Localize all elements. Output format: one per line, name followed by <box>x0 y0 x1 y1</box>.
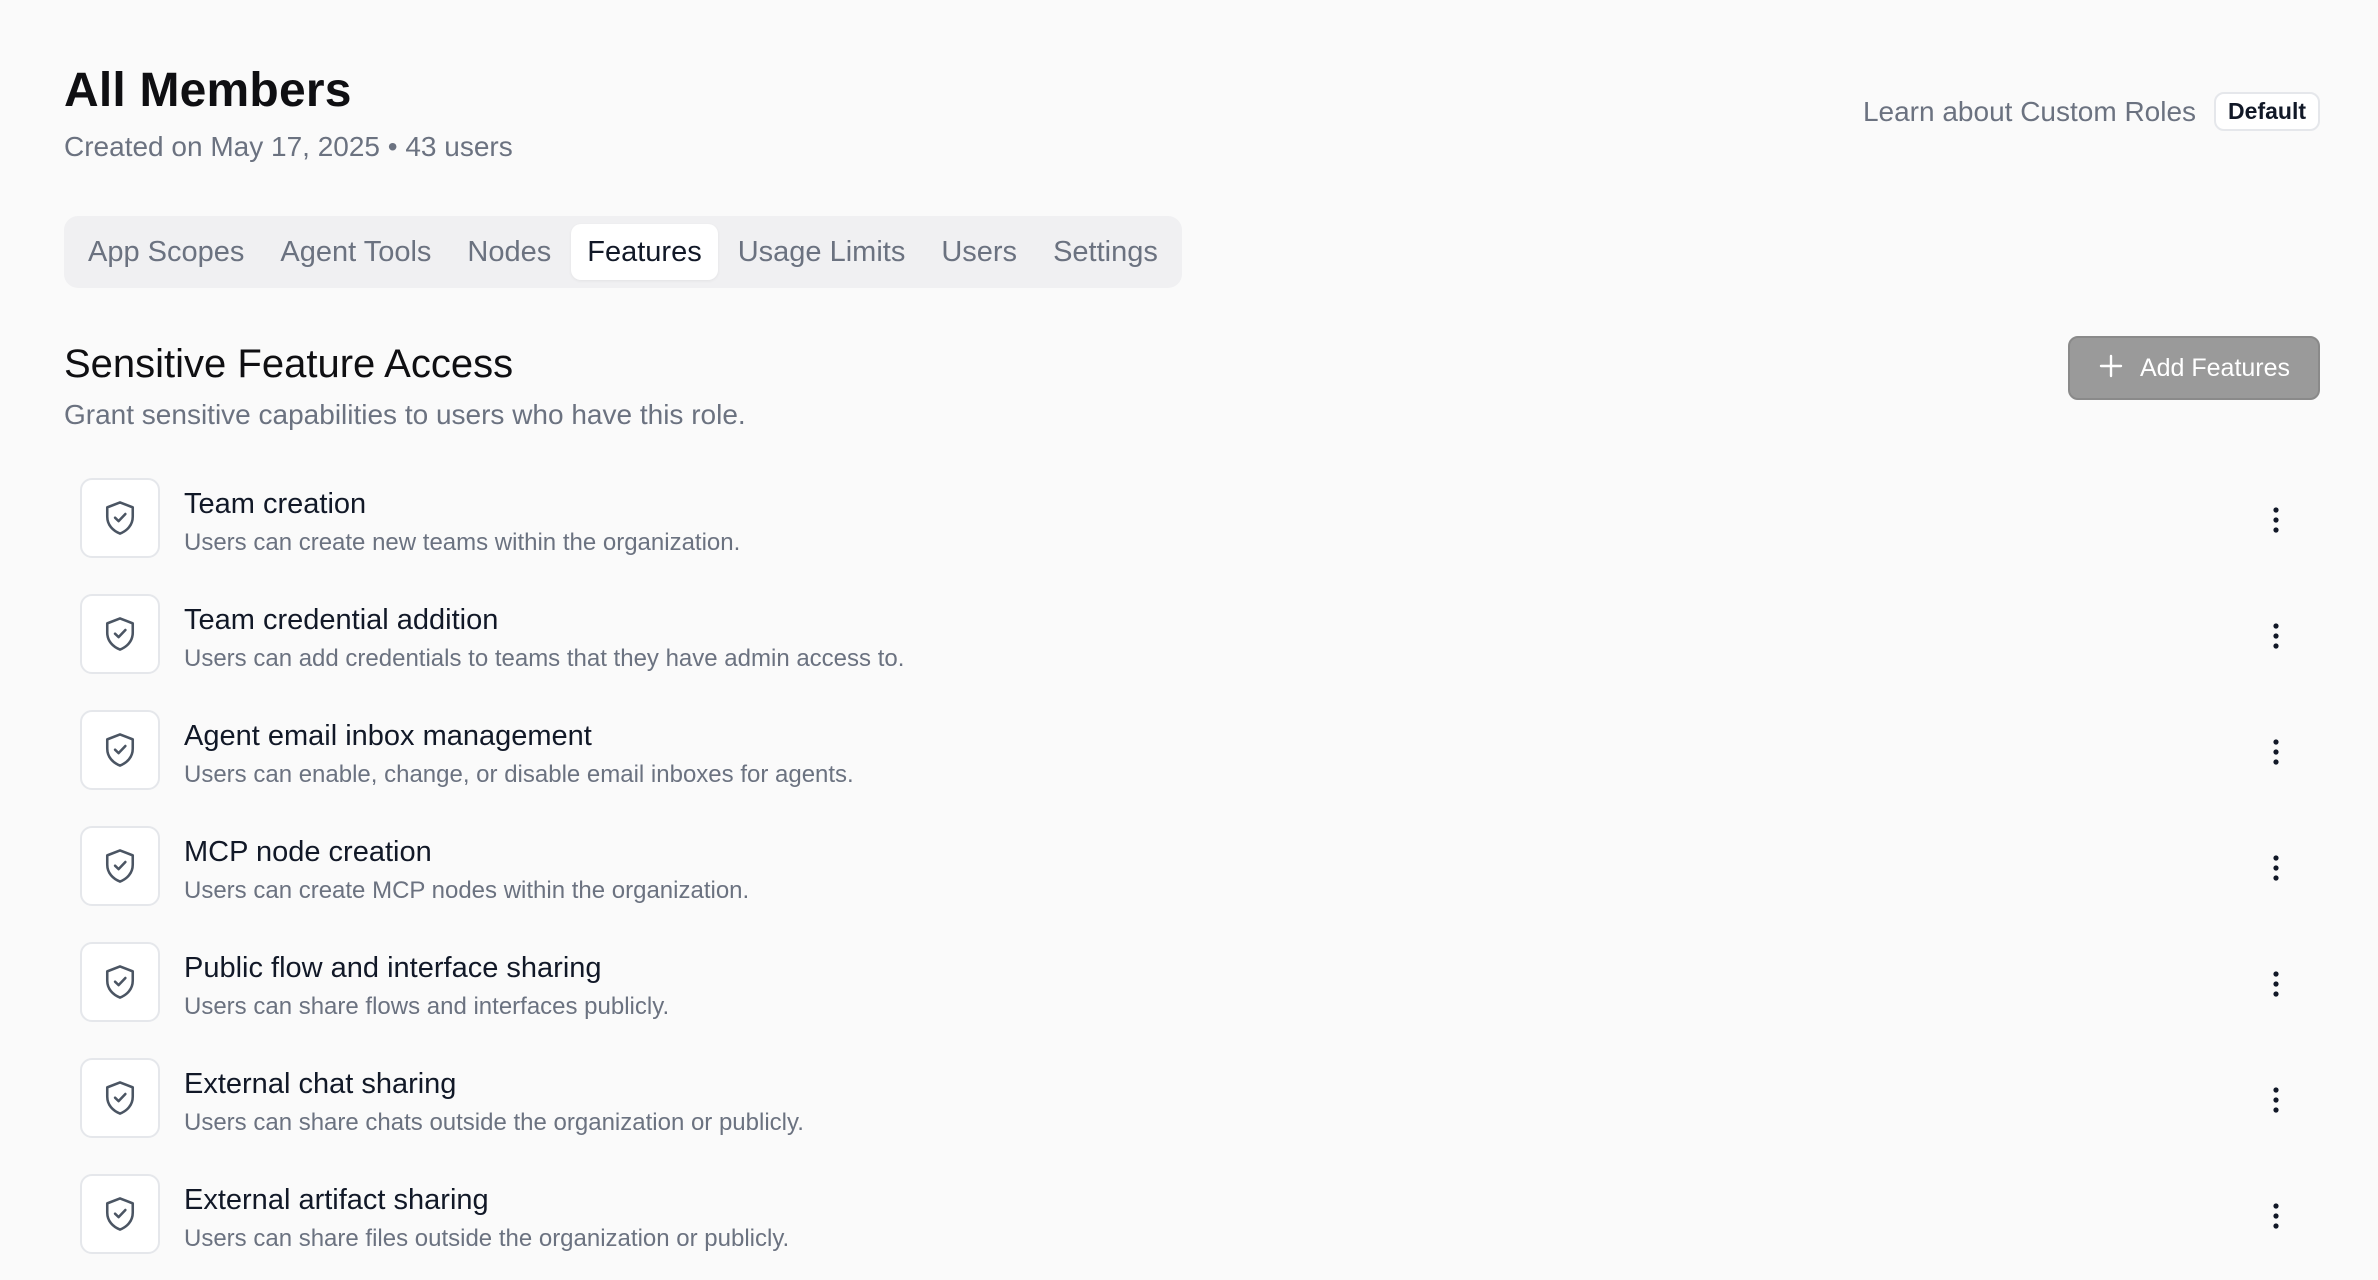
feature-item: External artifact sharing Users can shar… <box>80 1174 2320 1280</box>
tab-settings[interactable]: Settings <box>1037 224 1174 280</box>
feature-title: Team creation <box>184 488 367 520</box>
feature-description: Users can enable, change, or disable ema… <box>184 761 854 788</box>
feature-title: External chat sharing <box>184 1068 457 1100</box>
shield-check-icon <box>80 1058 160 1138</box>
feature-text: Team creation Users can create new teams… <box>184 478 740 558</box>
tab-app-scopes[interactable]: App Scopes <box>72 224 260 280</box>
tab-nodes[interactable]: Nodes <box>451 224 567 280</box>
feature-title: Team credential addition <box>184 604 499 636</box>
shield-check-icon <box>80 478 160 558</box>
shield-check-icon <box>80 1174 160 1254</box>
feature-title: Agent email inbox management <box>184 720 592 752</box>
shield-check-icon <box>80 710 160 790</box>
shield-check-icon <box>80 826 160 906</box>
shield-check-icon <box>80 942 160 1022</box>
feature-title: Public flow and interface sharing <box>184 952 602 984</box>
more-options-icon[interactable] <box>2258 850 2294 886</box>
feature-item: Team creation Users can create new teams… <box>80 478 2320 594</box>
feature-list: Team creation Users can create new teams… <box>80 478 2320 1280</box>
feature-item: External chat sharing Users can share ch… <box>80 1058 2320 1174</box>
section-header: Sensitive Feature Access Grant sensitive… <box>64 338 746 432</box>
header-actions: Learn about Custom Roles Default <box>1863 92 2320 131</box>
feature-text: External artifact sharing Users can shar… <box>184 1174 789 1254</box>
more-options-icon[interactable] <box>2258 966 2294 1002</box>
feature-text: Team credential addition Users can add c… <box>184 594 904 674</box>
feature-description: Users can create new teams within the or… <box>184 529 741 556</box>
feature-item: Agent email inbox management Users can e… <box>80 710 2320 826</box>
feature-item: MCP node creation Users can create MCP n… <box>80 826 2320 942</box>
more-options-icon[interactable] <box>2258 1082 2294 1118</box>
plus-icon <box>2098 352 2124 384</box>
more-options-icon[interactable] <box>2258 734 2294 770</box>
feature-text: External chat sharing Users can share ch… <box>184 1058 804 1138</box>
section-title: Sensitive Feature Access <box>64 342 514 386</box>
feature-description: Users can share files outside the organi… <box>184 1225 790 1252</box>
feature-title: External artifact sharing <box>184 1184 489 1216</box>
feature-item: Public flow and interface sharing Users … <box>80 942 2320 1058</box>
feature-text: Public flow and interface sharing Users … <box>184 942 669 1022</box>
more-options-icon[interactable] <box>2258 618 2294 654</box>
shield-check-icon <box>80 594 160 674</box>
add-features-button[interactable]: Add Features <box>2068 336 2320 400</box>
feature-description: Users can share flows and interfaces pub… <box>184 993 670 1020</box>
tab-usage-limits[interactable]: Usage Limits <box>722 224 922 280</box>
more-options-icon[interactable] <box>2258 502 2294 538</box>
page-title: All Members <box>64 64 352 117</box>
page-subtitle: Created on May 17, 2025 • 43 users <box>64 131 513 162</box>
default-badge: Default <box>2214 92 2320 131</box>
feature-text: MCP node creation Users can create MCP n… <box>184 826 749 906</box>
tab-features[interactable]: Features <box>571 224 718 280</box>
section-description: Grant sensitive capabilities to users wh… <box>64 399 746 430</box>
feature-description: Users can create MCP nodes within the or… <box>184 877 750 904</box>
page-header: All Members Created on May 17, 2025 • 43… <box>64 62 513 164</box>
feature-item: Team credential addition Users can add c… <box>80 594 2320 710</box>
tab-agent-tools[interactable]: Agent Tools <box>264 224 447 280</box>
learn-custom-roles-link[interactable]: Learn about Custom Roles <box>1863 94 2196 130</box>
feature-description: Users can share chats outside the organi… <box>184 1109 804 1136</box>
feature-description: Users can add credentials to teams that … <box>184 645 905 672</box>
add-features-label: Add Features <box>2139 353 2291 382</box>
feature-text: Agent email inbox management Users can e… <box>184 710 854 790</box>
tab-bar: App Scopes Agent Tools Nodes Features Us… <box>64 216 1182 288</box>
tab-users[interactable]: Users <box>925 224 1033 280</box>
more-options-icon[interactable] <box>2258 1198 2294 1234</box>
feature-title: MCP node creation <box>184 836 432 868</box>
